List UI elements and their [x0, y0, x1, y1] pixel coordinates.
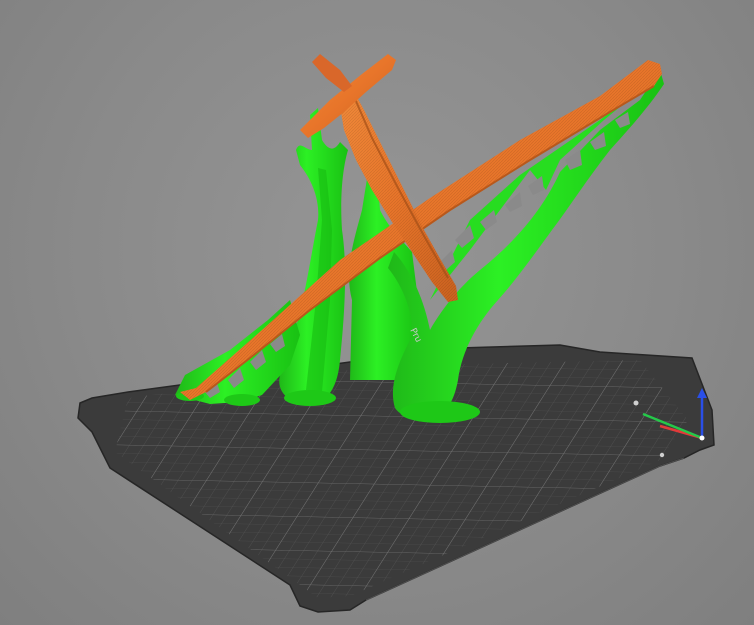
support-foot-2 [400, 401, 480, 423]
scene-canvas[interactable]: Pru [0, 0, 754, 625]
bed-dot-2 [659, 452, 665, 458]
support-foot-1 [284, 390, 336, 406]
support-foot-3 [224, 394, 260, 406]
bed-dot [633, 400, 639, 406]
print-bed[interactable] [0, 344, 715, 613]
axis-origin [699, 435, 705, 441]
3d-viewport[interactable]: Pru [0, 0, 754, 625]
tail-fin [312, 54, 352, 92]
